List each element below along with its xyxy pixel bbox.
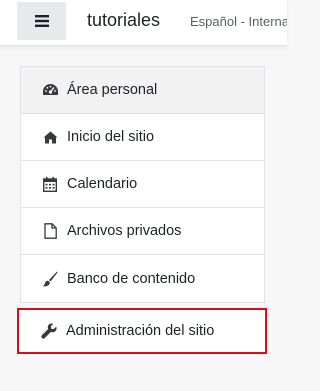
drawer-toggle-button[interactable] [17, 2, 66, 40]
nav-drawer: Área personal Inicio del sitio Calendari… [20, 66, 265, 303]
navbar: tutoriales Español - Internacional [0, 0, 287, 46]
drawer-item-label: Área personal [67, 82, 158, 98]
home-icon [41, 128, 59, 146]
drawer-item-banco-de-contenido[interactable]: Banco de contenido [21, 255, 264, 302]
language-menu[interactable]: Español - Internacional [190, 14, 287, 29]
drawer-item-inicio-del-sitio[interactable]: Inicio del sitio [21, 114, 264, 161]
admin-item-label: Administración del sitio [66, 323, 215, 339]
drawer-item-label: Archivos privados [67, 223, 182, 239]
drawer-item-label: Banco de contenido [67, 270, 196, 287]
wrench-icon [40, 322, 58, 340]
drawer-item-calendario[interactable]: Calendario [21, 161, 264, 208]
site-name[interactable]: tutoriales [87, 10, 160, 31]
dashboard-icon [41, 81, 59, 99]
paint-brush-icon [41, 270, 59, 288]
drawer-item-label: Inicio del sitio [67, 129, 155, 145]
drawer-item-archivos-privados[interactable]: Archivos privados [21, 208, 264, 255]
calendar-icon [41, 175, 59, 193]
drawer-item-label: Calendario [67, 176, 138, 192]
drawer-item-area-personal[interactable]: Área personal [21, 67, 264, 114]
hamburger-icon [34, 15, 49, 27]
drawer-item-administracion-del-sitio[interactable]: Administración del sitio [17, 308, 267, 354]
file-icon [41, 222, 59, 240]
